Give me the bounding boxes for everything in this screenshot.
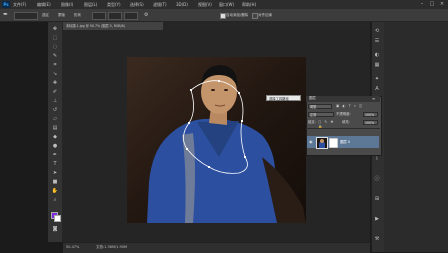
gear-icon[interactable]: ⚙ <box>144 12 150 18</box>
healing-icon[interactable]: ✚ <box>51 80 59 87</box>
layer-thumbnail <box>316 137 328 149</box>
gradient-icon[interactable]: ▤ <box>51 125 59 132</box>
maximize-button[interactable]: □ <box>428 1 436 8</box>
pen-tool-icon[interactable]: ✒ <box>3 11 11 19</box>
history-brush-icon[interactable]: ↺ <box>51 107 59 114</box>
minimize-button[interactable]: – <box>418 1 426 8</box>
fill-label: 填充: <box>342 120 350 124</box>
menu-window[interactable]: 窗口(W) <box>219 1 234 8</box>
background-color-swatch[interactable] <box>54 215 61 222</box>
actions-icon[interactable]: ▶ <box>373 216 381 223</box>
fill-input[interactable]: 100% <box>363 120 378 125</box>
layer-name[interactable]: 图层 0 <box>340 140 350 145</box>
layers-panel-header <box>306 96 380 102</box>
navigator-icon[interactable]: ⊞ <box>373 196 381 203</box>
marquee-icon[interactable]: ⬚ <box>51 35 59 42</box>
lasso-icon[interactable]: ◌ <box>51 44 59 51</box>
path-align-dropdown[interactable] <box>108 12 122 20</box>
stamp-icon[interactable]: ⊥ <box>51 98 59 105</box>
close-button[interactable]: × <box>438 1 446 8</box>
hand-icon[interactable]: ✋ <box>51 188 59 195</box>
blend-mode-dropdown[interactable]: 正常 <box>308 112 334 117</box>
zoom-level[interactable]: 50.47% <box>66 244 79 250</box>
layers-divider <box>306 128 380 129</box>
zoom-icon[interactable]: ⌕ <box>51 197 59 204</box>
brush-icon[interactable]: ✐ <box>51 89 59 96</box>
quick-mask-icon[interactable]: ◙ <box>51 226 59 233</box>
layers-tab[interactable]: 图层 <box>309 96 316 101</box>
menu-file[interactable]: 文件(F) <box>13 1 26 8</box>
quick-select-icon[interactable]: ✎ <box>51 53 59 60</box>
crop-icon[interactable]: ⌗ <box>51 62 59 69</box>
menu-filter[interactable]: 滤镜(T) <box>153 1 167 8</box>
menu-layer[interactable]: 图层(L) <box>84 1 97 8</box>
auto-add-delete-label: 自动添加/删除 <box>226 13 249 17</box>
opacity-input[interactable]: 100% <box>363 112 378 117</box>
menu-edit[interactable]: 编辑(E) <box>37 1 51 8</box>
pen-icon[interactable]: ✒ <box>51 152 59 159</box>
portrait-image <box>127 57 306 223</box>
panel-menu-icon[interactable]: ≡ <box>372 96 378 101</box>
menu-select[interactable]: 选择(S) <box>130 1 144 8</box>
menu-3d[interactable]: 3D(D) <box>176 1 188 8</box>
menu-view[interactable]: 视图(V) <box>198 1 212 8</box>
info-icon[interactable]: ⓘ <box>373 176 381 183</box>
styles-icon[interactable]: ✦ <box>373 76 381 83</box>
move-icon[interactable]: ✥ <box>51 26 59 33</box>
layer-filter-icons[interactable]: ▣ ◐ T ⌗ ◫ <box>336 104 376 109</box>
doc-size: 文档:1.36M/1.90M <box>96 245 127 249</box>
menu-help[interactable]: 帮助(H) <box>242 1 256 8</box>
dodge-icon[interactable]: ● <box>51 143 59 150</box>
photo-canvas[interactable] <box>127 57 306 223</box>
path-arrange-dropdown[interactable] <box>124 12 138 20</box>
menu-image[interactable]: 图像(I) <box>61 1 73 8</box>
shape-button[interactable]: 形状 <box>74 12 81 18</box>
opacity-label: 不透明度: <box>336 112 351 116</box>
eyedropper-icon[interactable]: ↘ <box>51 71 59 78</box>
tooltip: 选择工具路径 <box>266 95 301 101</box>
document-tab[interactable]: 未标题-1.jpg @ 50.7% (图层 0, RGB/8) <box>63 22 163 30</box>
panel-dock-background <box>384 22 448 252</box>
photoshop-logo: Ps <box>2 1 10 8</box>
lock-label: 锁定: <box>308 120 316 124</box>
history-icon[interactable]: ⟲ <box>373 28 381 35</box>
path-ops-dropdown[interactable] <box>92 12 106 20</box>
properties-icon[interactable]: ☰ <box>373 38 381 45</box>
align-edges-label: 对齐边缘 <box>258 13 272 17</box>
tool-presets-icon[interactable]: ⚒ <box>373 236 381 243</box>
path-select-icon[interactable]: ➤ <box>51 170 59 177</box>
menu-type[interactable]: 类型(Y) <box>107 1 121 8</box>
layer-kind-filter[interactable]: 类型 <box>308 104 332 109</box>
blur-icon[interactable]: ◆ <box>51 134 59 141</box>
type-icon[interactable]: T <box>51 161 59 168</box>
lock-icons[interactable]: ▢ ✎ ✥ 🔒 <box>318 120 340 129</box>
paths-icon[interactable]: ⌇ <box>373 156 381 163</box>
mask-button[interactable]: 蒙版 <box>58 12 65 18</box>
character-icon[interactable]: A <box>373 86 381 93</box>
shape-icon[interactable]: ■ <box>51 179 59 186</box>
swatches-icon[interactable]: ▦ <box>373 62 381 69</box>
mode-dropdown[interactable] <box>14 12 38 20</box>
adjustments-icon[interactable]: ◐ <box>373 52 381 59</box>
selection-button[interactable]: 选区 <box>42 12 49 18</box>
visibility-eye-icon[interactable]: ◉ <box>309 139 314 144</box>
eraser-icon[interactable]: ▱ <box>51 116 59 123</box>
layer-mask-thumbnail[interactable] <box>329 138 338 148</box>
